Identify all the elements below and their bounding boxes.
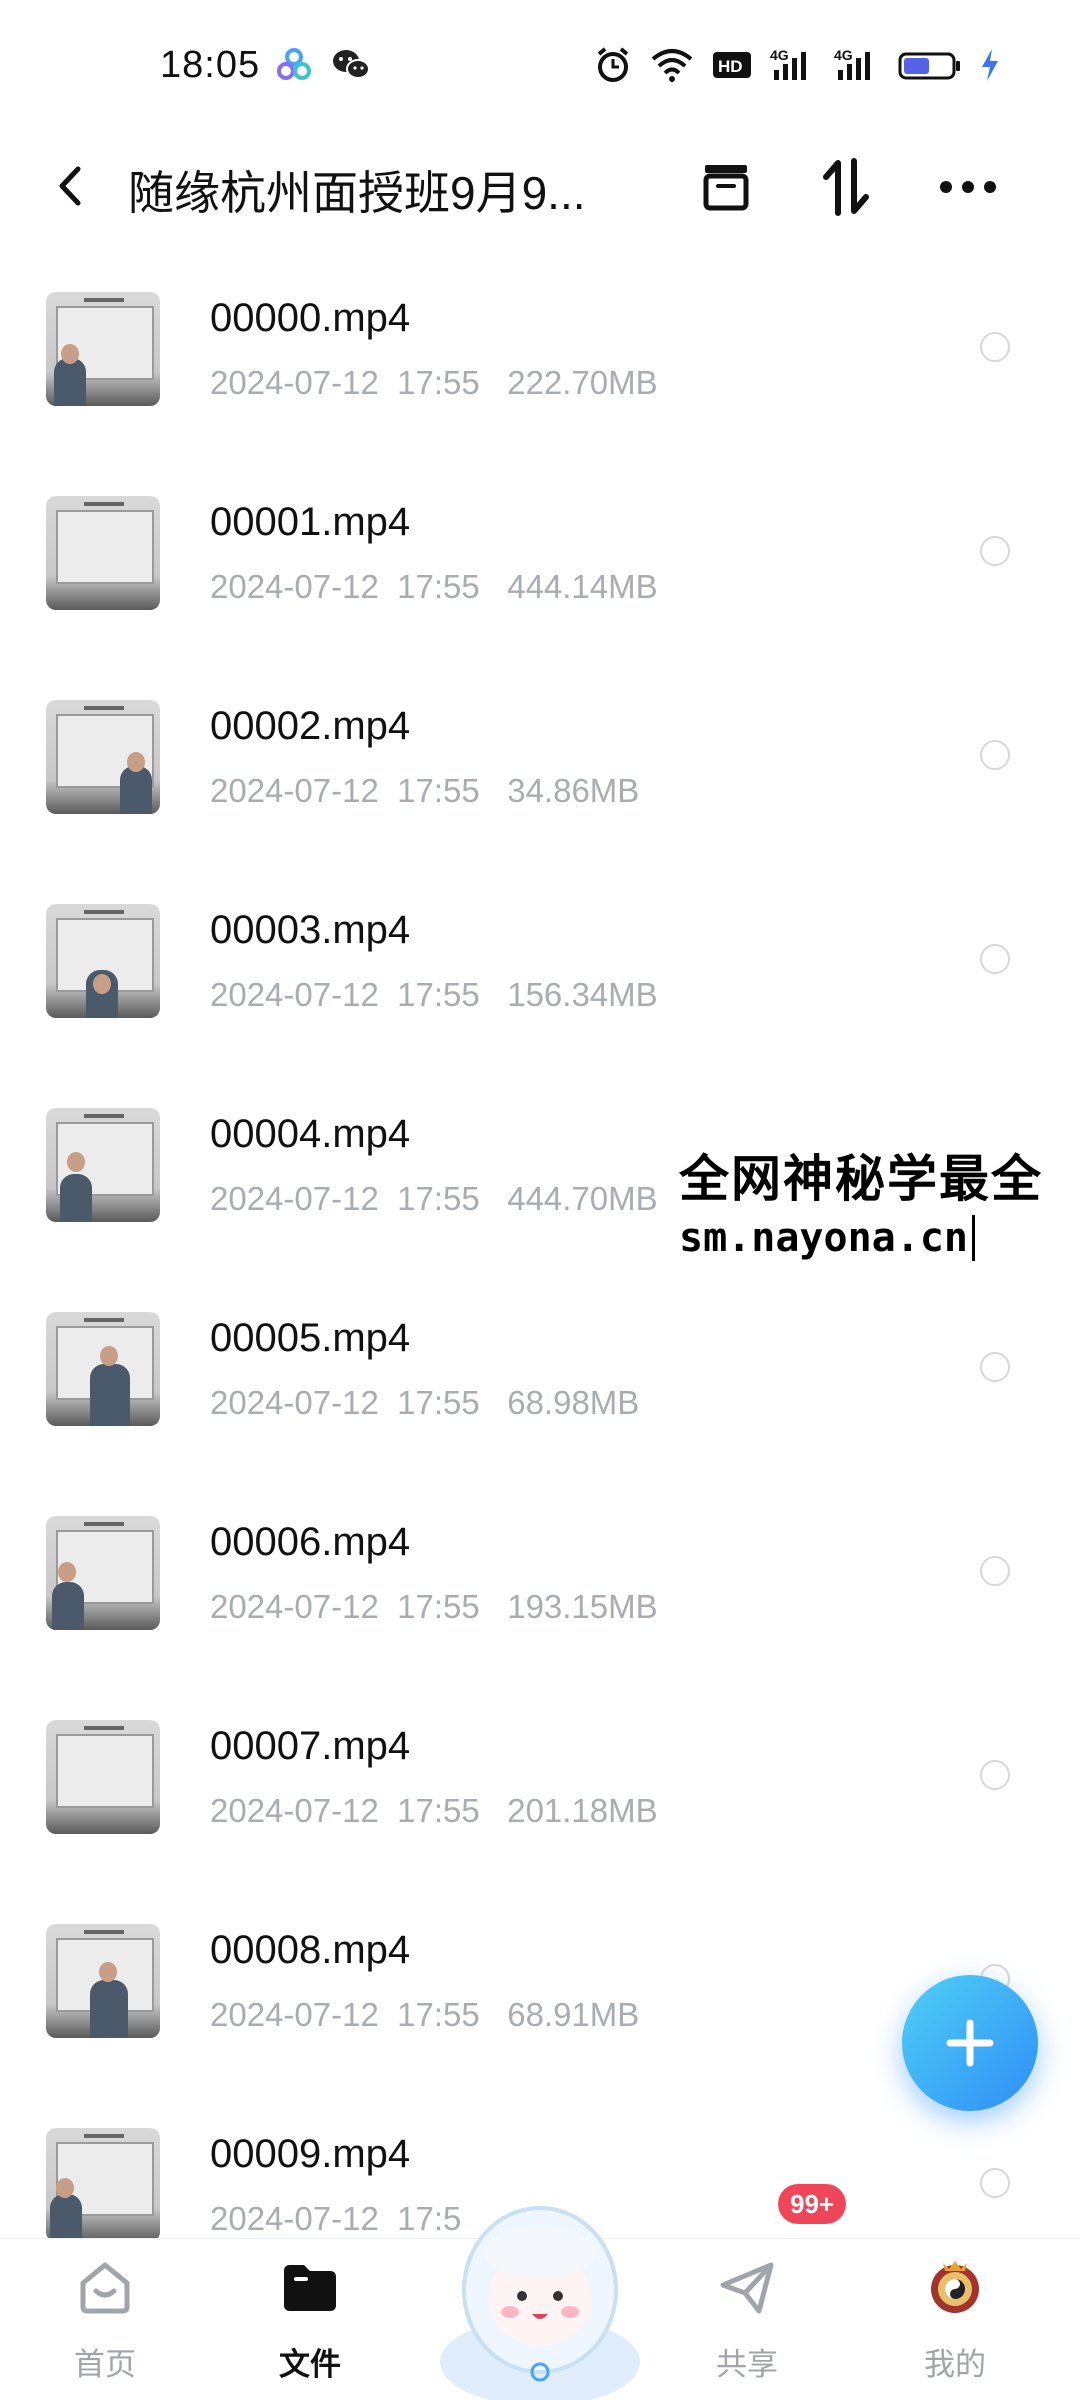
share-send-icon: [720, 2262, 774, 2314]
nav-item-files[interactable]: 文件: [230, 2239, 390, 2401]
wifi-icon: [650, 46, 694, 84]
back-button[interactable]: [44, 151, 104, 221]
mascot-button[interactable]: [430, 2172, 650, 2405]
nav-label-share: 共享: [716, 2347, 778, 2382]
file-name: 00004.mp4: [210, 1112, 411, 1156]
select-radio[interactable]: [980, 2168, 1010, 2198]
file-meta: 2024-07-12 17:55 193.15MB: [210, 1588, 658, 1625]
nav-label-mine: 我的: [924, 2347, 986, 2382]
nav-item-share[interactable]: 共享: [667, 2239, 827, 2401]
file-name: 00001.mp4: [210, 500, 411, 544]
file-meta: 2024-07-12 17:55 201.18MB: [210, 1792, 658, 1829]
select-radio[interactable]: [980, 1352, 1010, 1382]
video-thumbnail: [46, 1312, 160, 1426]
add-button[interactable]: [902, 1975, 1038, 2111]
file-name: 00005.mp4: [210, 1316, 411, 1360]
file-name: 00009.mp4: [210, 2132, 411, 2176]
nav-label-files: 文件: [279, 2347, 341, 2382]
svg-text:HD: HD: [718, 57, 743, 76]
file-row[interactable]: 00000.mp4 2024-07-12 17:55 222.70MB: [0, 240, 1080, 444]
file-name: 00006.mp4: [210, 1520, 411, 1564]
home-icon: [80, 2262, 130, 2314]
battery-icon: [898, 46, 962, 84]
file-meta: 2024-07-12 17:55 444.14MB: [210, 568, 658, 605]
archive-button[interactable]: [688, 149, 764, 225]
file-meta: 2024-07-12 17:55 68.98MB: [210, 1384, 640, 1421]
svg-text:4G: 4G: [770, 47, 789, 63]
watermark-overlay: 全网神秘学最全 sm.nayona.cn: [675, 1135, 1080, 1261]
video-thumbnail: [46, 2128, 160, 2242]
nav-item-mine[interactable]: 我的: [875, 2239, 1035, 2401]
sort-button[interactable]: [808, 149, 884, 225]
file-name: 00003.mp4: [210, 908, 411, 952]
file-name: 00000.mp4: [210, 296, 411, 340]
status-right-icons: HD 4G 4G: [594, 46, 1000, 84]
select-radio[interactable]: [980, 1556, 1010, 1586]
select-radio[interactable]: [980, 332, 1010, 362]
select-radio[interactable]: [980, 1760, 1010, 1790]
hd-icon: HD: [712, 46, 752, 84]
video-thumbnail: [46, 700, 160, 814]
watermark-text: 全网神秘学最全: [679, 1150, 1043, 1208]
file-row[interactable]: 00003.mp4 2024-07-12 17:55 156.34MB: [0, 852, 1080, 1056]
file-row[interactable]: 00006.mp4 2024-07-12 17:55 193.15MB: [0, 1464, 1080, 1668]
file-row[interactable]: 00007.mp4 2024-07-12 17:55 201.18MB: [0, 1668, 1080, 1872]
mascot-icon: [440, 2206, 640, 2405]
more-button[interactable]: [930, 149, 1006, 225]
select-radio[interactable]: [980, 944, 1010, 974]
status-time: 18:05: [160, 44, 261, 86]
file-meta: 2024-07-12 17:55 222.70MB: [210, 364, 658, 401]
file-name: 00007.mp4: [210, 1724, 411, 1768]
charging-icon: [980, 46, 1000, 84]
svg-text:4G: 4G: [834, 47, 853, 63]
video-thumbnail: [46, 1720, 160, 1834]
file-meta: 2024-07-12 17:55 34.86MB: [210, 772, 640, 809]
video-thumbnail: [46, 1108, 160, 1222]
file-meta: 2024-07-12 17:55 156.34MB: [210, 976, 658, 1013]
video-thumbnail: [46, 496, 160, 610]
file-row[interactable]: 00001.mp4 2024-07-12 17:55 444.14MB: [0, 444, 1080, 648]
share-badge: 99+: [778, 2184, 847, 2224]
file-meta: 2024-07-12 17:5: [210, 2200, 462, 2237]
4g-signal-icon: 4G: [770, 46, 816, 84]
plus-icon: [946, 2019, 994, 2067]
header: 随缘杭州面授班9月9...: [0, 135, 1080, 235]
profile-avatar-icon: [931, 2261, 979, 2313]
nest-app-icon: [275, 46, 313, 84]
file-name: 00002.mp4: [210, 704, 411, 748]
nav-item-home[interactable]: 首页: [25, 2239, 185, 2401]
4g-signal-icon: 4G: [834, 46, 880, 84]
alarm-icon: [594, 46, 632, 84]
file-row[interactable]: 00005.mp4 2024-07-12 17:55 68.98MB: [0, 1260, 1080, 1464]
status-bar: 18:05 HD 4G 4G: [0, 0, 1080, 135]
folder-title: 随缘杭州面授班9月9...: [128, 167, 586, 219]
video-thumbnail: [46, 1924, 160, 2038]
video-thumbnail: [46, 904, 160, 1018]
select-radio[interactable]: [980, 740, 1010, 770]
wechat-icon: [331, 46, 370, 84]
archive-icon: [703, 165, 749, 211]
more-icon: [940, 181, 996, 193]
video-thumbnail: [46, 1516, 160, 1630]
file-meta: 2024-07-12 17:55 68.91MB: [210, 1996, 640, 2033]
status-left-icons: [275, 46, 370, 84]
file-meta: 2024-07-12 17:55 444.70MB: [210, 1180, 658, 1217]
nav-label-home: 首页: [74, 2347, 136, 2382]
video-thumbnail: [46, 292, 160, 406]
file-name: 00008.mp4: [210, 1928, 411, 1972]
folder-icon: [284, 2265, 336, 2311]
file-row[interactable]: 00002.mp4 2024-07-12 17:55 34.86MB: [0, 648, 1080, 852]
sort-icon: [823, 158, 869, 216]
select-radio[interactable]: [980, 536, 1010, 566]
watermark-url: sm.nayona.cn: [679, 1215, 975, 1261]
back-icon: [59, 166, 81, 206]
